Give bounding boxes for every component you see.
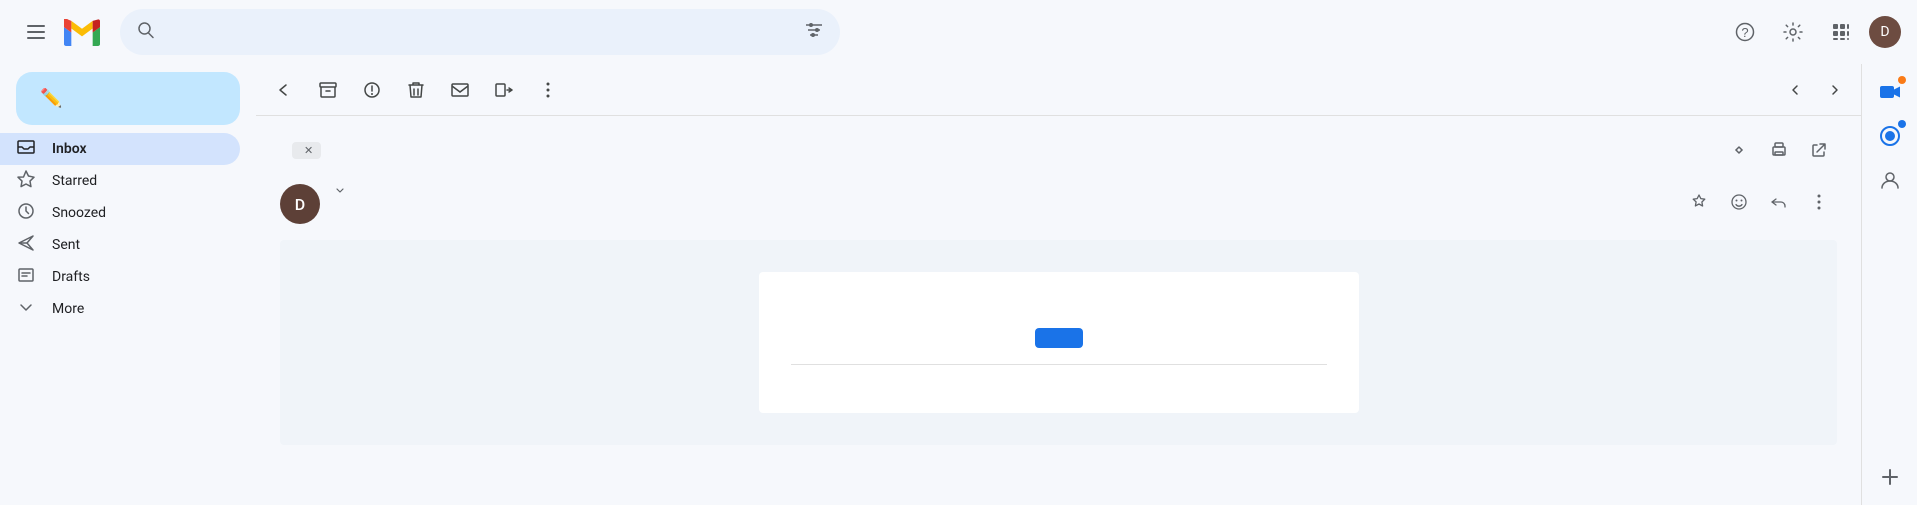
sender-row: D — [280, 184, 1837, 224]
compose-pencil-icon: ✏️ — [40, 88, 62, 109]
add-app-icon[interactable] — [1870, 457, 1910, 497]
email-subject-row: ✕ — [280, 132, 1837, 168]
avatar[interactable]: D — [1869, 16, 1901, 48]
sidebar-item-sent[interactable]: Sent — [0, 229, 240, 261]
search-icon — [136, 20, 156, 45]
open-in-new-icon[interactable] — [1801, 132, 1837, 168]
email-panel: ✕ — [256, 64, 1861, 505]
emoji-react-icon[interactable] — [1721, 184, 1757, 220]
inbox-badge-remove[interactable]: ✕ — [304, 144, 313, 157]
compose-button[interactable]: ✏️ — [16, 72, 240, 125]
email-content: ✕ — [256, 116, 1861, 505]
snoozed-icon — [16, 202, 36, 224]
sidebar-item-drafts[interactable]: Drafts — [0, 261, 240, 293]
right-sidebar — [1861, 64, 1917, 505]
prev-email-button[interactable] — [1777, 72, 1813, 108]
next-email-button[interactable] — [1817, 72, 1853, 108]
sender-time — [1673, 184, 1837, 220]
sent-icon — [16, 234, 36, 256]
inbox-badge: ✕ — [292, 142, 321, 159]
inbox-label: Inbox — [52, 141, 224, 157]
search-bar[interactable] — [120, 9, 840, 55]
move-to-button[interactable] — [484, 70, 524, 110]
search-input[interactable] — [168, 23, 792, 41]
drafts-icon — [16, 266, 36, 288]
email-action-icons — [1681, 184, 1837, 220]
sender-info — [332, 184, 1661, 196]
tasks-icon[interactable] — [1870, 116, 1910, 156]
star-email-icon[interactable] — [1681, 184, 1717, 220]
delete-button[interactable] — [396, 70, 436, 110]
contacts-icon[interactable] — [1870, 160, 1910, 200]
mark-unread-button[interactable] — [440, 70, 480, 110]
gmail-logo — [64, 19, 104, 46]
to-me[interactable] — [332, 184, 1661, 196]
email-toolbar — [256, 64, 1861, 116]
sidebar: ✏️ Inbox Starred — [0, 64, 256, 505]
svg-text:?: ? — [1741, 25, 1748, 40]
starred-icon — [16, 170, 36, 192]
top-bar: ? D — [0, 0, 1917, 64]
sidebar-item-snoozed[interactable]: Snoozed — [0, 197, 240, 229]
sender-avatar: D — [280, 184, 320, 224]
meet-badge — [1898, 76, 1906, 84]
starred-label: Starred — [52, 173, 224, 189]
expand-icon[interactable] — [1721, 132, 1757, 168]
sidebar-item-inbox[interactable]: Inbox — [0, 133, 240, 165]
meet-icon[interactable] — [1870, 72, 1910, 112]
filter-icon[interactable] — [804, 20, 824, 45]
more-label: More — [52, 301, 224, 317]
tasks-badge — [1898, 120, 1906, 128]
sent-label: Sent — [52, 237, 224, 253]
email-body-card — [759, 272, 1359, 413]
menu-icon[interactable] — [16, 12, 56, 52]
snoozed-label: Snoozed — [52, 205, 224, 221]
print-icon[interactable] — [1761, 132, 1797, 168]
inbox-icon — [16, 137, 36, 161]
help-icon[interactable]: ? — [1725, 12, 1765, 52]
more-email-options-icon[interactable] — [1801, 184, 1837, 220]
main-layout: ✏️ Inbox Starred — [0, 64, 1917, 505]
sidebar-item-more[interactable]: More — [0, 293, 240, 325]
email-body-wrapper — [280, 240, 1837, 445]
more-actions-button[interactable] — [528, 70, 568, 110]
settings-icon[interactable] — [1773, 12, 1813, 52]
reply-icon[interactable] — [1761, 184, 1797, 220]
apps-icon[interactable] — [1821, 12, 1861, 52]
sidebar-item-starred[interactable]: Starred — [0, 165, 240, 197]
more-icon — [16, 298, 36, 320]
archive-button[interactable] — [308, 70, 348, 110]
email-footer — [791, 364, 1327, 381]
top-bar-right: ? D — [1725, 12, 1901, 52]
accept-invite-button[interactable] — [1035, 328, 1083, 348]
back-button[interactable] — [264, 70, 304, 110]
drafts-label: Drafts — [52, 269, 224, 285]
report-spam-button[interactable] — [352, 70, 392, 110]
labels-header — [0, 325, 256, 341]
